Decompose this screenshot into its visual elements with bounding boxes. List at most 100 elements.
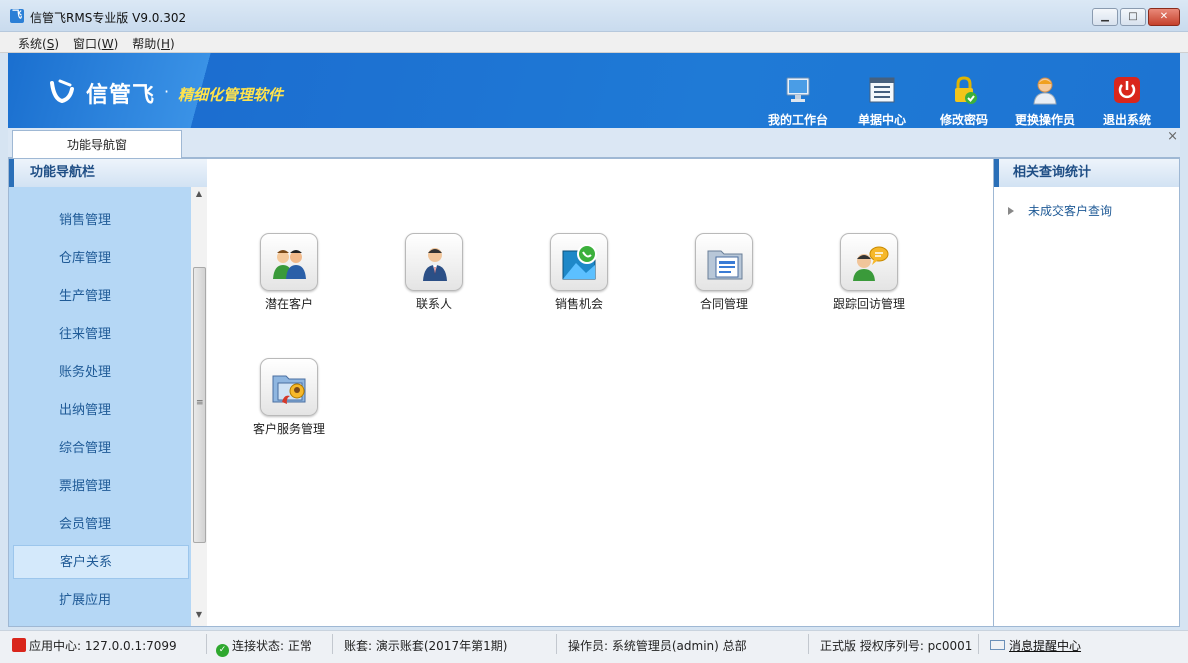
document-center-button[interactable]: 单据中心	[842, 75, 922, 128]
status-divider	[808, 634, 809, 654]
module-label: 销售机会	[524, 295, 634, 312]
maximize-button[interactable]: □	[1120, 8, 1146, 26]
menu-window[interactable]: 窗口(W)	[67, 32, 126, 52]
app-center-icon	[12, 638, 26, 652]
nav-item-accounting[interactable]: 账务处理	[13, 356, 189, 390]
module-icon-frame	[260, 358, 318, 416]
window-controls: ▁ □ ✕	[1092, 8, 1180, 26]
module-sales-opportunities[interactable]: 销售机会	[524, 233, 634, 312]
my-workbench-button[interactable]: 我的工作台	[758, 75, 838, 128]
module-area: 潜在客户 联系人 销售机会	[207, 159, 993, 626]
follow-up-icon	[850, 243, 890, 283]
close-tab-icon[interactable]: ×	[1167, 129, 1178, 144]
module-icon-frame	[550, 233, 608, 291]
thumb-grip-icon: ≡	[196, 398, 204, 408]
tool-label: 修改密码	[924, 111, 1004, 128]
scroll-down-arrow-icon[interactable]: ▼	[191, 610, 207, 624]
module-icon-frame	[695, 233, 753, 291]
module-label: 联系人	[379, 295, 489, 312]
menu-bar: 系统(S) 窗口(W) 帮助(H)	[0, 32, 1188, 53]
window-title: 信管飞RMS专业版 V9.0.302	[30, 9, 186, 26]
contact-person-icon	[415, 243, 455, 283]
nav-item-general[interactable]: 综合管理	[13, 432, 189, 466]
envelope-icon	[990, 640, 1005, 650]
nav-item-bills[interactable]: 票据管理	[13, 470, 189, 504]
nav-scrollbar[interactable]: ▲ ≡ ▼	[191, 187, 207, 626]
main-frame: 功能导航栏 销售管理 仓库管理 生产管理 往来管理 账务处理 出纳管理 综合管理…	[8, 158, 1180, 627]
app-center-text: 应用中心: 127.0.0.1:7099	[29, 639, 177, 653]
status-divider	[332, 634, 333, 654]
nav-panel-title: 功能导航栏	[9, 159, 207, 187]
query-item-unclosed-customers[interactable]: 未成交客户查询	[1008, 202, 1112, 219]
menu-help[interactable]: 帮助(H)	[126, 32, 182, 52]
exit-system-button[interactable]: 退出系统	[1087, 75, 1167, 128]
nav-item-warehouse[interactable]: 仓库管理	[13, 242, 189, 276]
module-customer-service[interactable]: 客户服务管理	[234, 358, 344, 437]
query-item-label: 未成交客户查询	[1028, 204, 1112, 218]
contract-icon	[705, 243, 745, 283]
customer-service-icon	[270, 368, 310, 408]
status-app-center: 应用中心: 127.0.0.1:7099	[12, 637, 177, 654]
menu-system[interactable]: 系统(S)	[12, 32, 67, 52]
minimize-button[interactable]: ▁	[1092, 8, 1118, 26]
lock-icon	[949, 75, 979, 105]
document-list-icon	[867, 75, 897, 105]
related-query-title: 相关查询统计	[994, 159, 1179, 187]
status-connection: ✓连接状态: 正常	[216, 637, 312, 657]
module-label: 客户服务管理	[234, 420, 344, 437]
module-follow-up-management[interactable]: 跟踪回访管理	[814, 233, 924, 312]
related-query-panel: 相关查询统计 未成交客户查询	[993, 159, 1179, 626]
module-label: 潜在客户	[234, 295, 344, 312]
message-center-text: 消息提醒中心	[1009, 639, 1081, 653]
nav-item-accounts[interactable]: 往来管理	[13, 318, 189, 352]
status-divider	[978, 634, 979, 654]
status-operator: 操作员: 系统管理员(admin) 总部	[568, 637, 747, 654]
nav-item-production[interactable]: 生产管理	[13, 280, 189, 314]
sales-opportunity-icon	[560, 243, 600, 283]
brand-separator: ·	[164, 82, 169, 101]
nav-item-members[interactable]: 会员管理	[13, 508, 189, 542]
tool-label: 更换操作员	[1005, 111, 1085, 128]
message-center-link[interactable]: 消息提醒中心	[990, 637, 1081, 654]
status-bar: 应用中心: 127.0.0.1:7099 ✓连接状态: 正常 账套: 演示账套(…	[0, 630, 1188, 663]
brand-logo-icon	[48, 77, 76, 105]
status-license: 正式版 授权序列号: pc0001	[820, 637, 972, 654]
brand-slogan: 精细化管理软件	[178, 84, 283, 105]
title-bar: 飞 信管飞RMS专业版 V9.0.302 ▁ □ ✕	[0, 0, 1188, 32]
nav-item-customer-relations[interactable]: 客户关系	[13, 545, 189, 579]
status-account: 账套: 演示账套(2017年第1期)	[344, 637, 507, 654]
header-banner: 信管飞 · 精细化管理软件 我的工作台 单据中心 修改密码	[8, 53, 1180, 128]
nav-item-extensions[interactable]: 扩展应用	[13, 584, 189, 618]
app-icon: 飞	[10, 9, 24, 23]
tool-label: 退出系统	[1087, 111, 1167, 128]
connection-text: 连接状态: 正常	[232, 639, 312, 653]
module-icon-frame	[405, 233, 463, 291]
switch-operator-button[interactable]: 更换操作员	[1005, 75, 1085, 128]
brand-name: 信管飞	[86, 77, 155, 109]
monitor-icon	[783, 75, 813, 105]
tool-label: 单据中心	[842, 111, 922, 128]
scroll-thumb[interactable]: ≡	[193, 267, 206, 543]
module-potential-customers[interactable]: 潜在客户	[234, 233, 344, 312]
change-password-button[interactable]: 修改密码	[924, 75, 1004, 128]
scroll-up-arrow-icon[interactable]: ▲	[191, 189, 207, 203]
expand-triangle-icon	[1008, 207, 1014, 215]
module-icon-frame	[840, 233, 898, 291]
check-icon: ✓	[216, 644, 229, 657]
module-contacts[interactable]: 联系人	[379, 233, 489, 312]
close-button[interactable]: ✕	[1148, 8, 1180, 26]
potential-customers-icon	[270, 243, 310, 283]
nav-item-cashier[interactable]: 出纳管理	[13, 394, 189, 428]
user-switch-icon	[1030, 75, 1060, 105]
status-divider	[206, 634, 207, 654]
tab-function-navigation[interactable]: 功能导航窗	[12, 130, 182, 159]
status-divider	[556, 634, 557, 654]
module-icon-frame	[260, 233, 318, 291]
tool-label: 我的工作台	[758, 111, 838, 128]
power-icon	[1112, 75, 1142, 105]
module-contract-management[interactable]: 合同管理	[669, 233, 779, 312]
module-label: 合同管理	[669, 295, 779, 312]
tab-strip: 功能导航窗 ×	[8, 128, 1180, 158]
nav-item-sales[interactable]: 销售管理	[13, 204, 189, 238]
nav-list: 销售管理 仓库管理 生产管理 往来管理 账务处理 出纳管理 综合管理 票据管理 …	[13, 187, 189, 626]
